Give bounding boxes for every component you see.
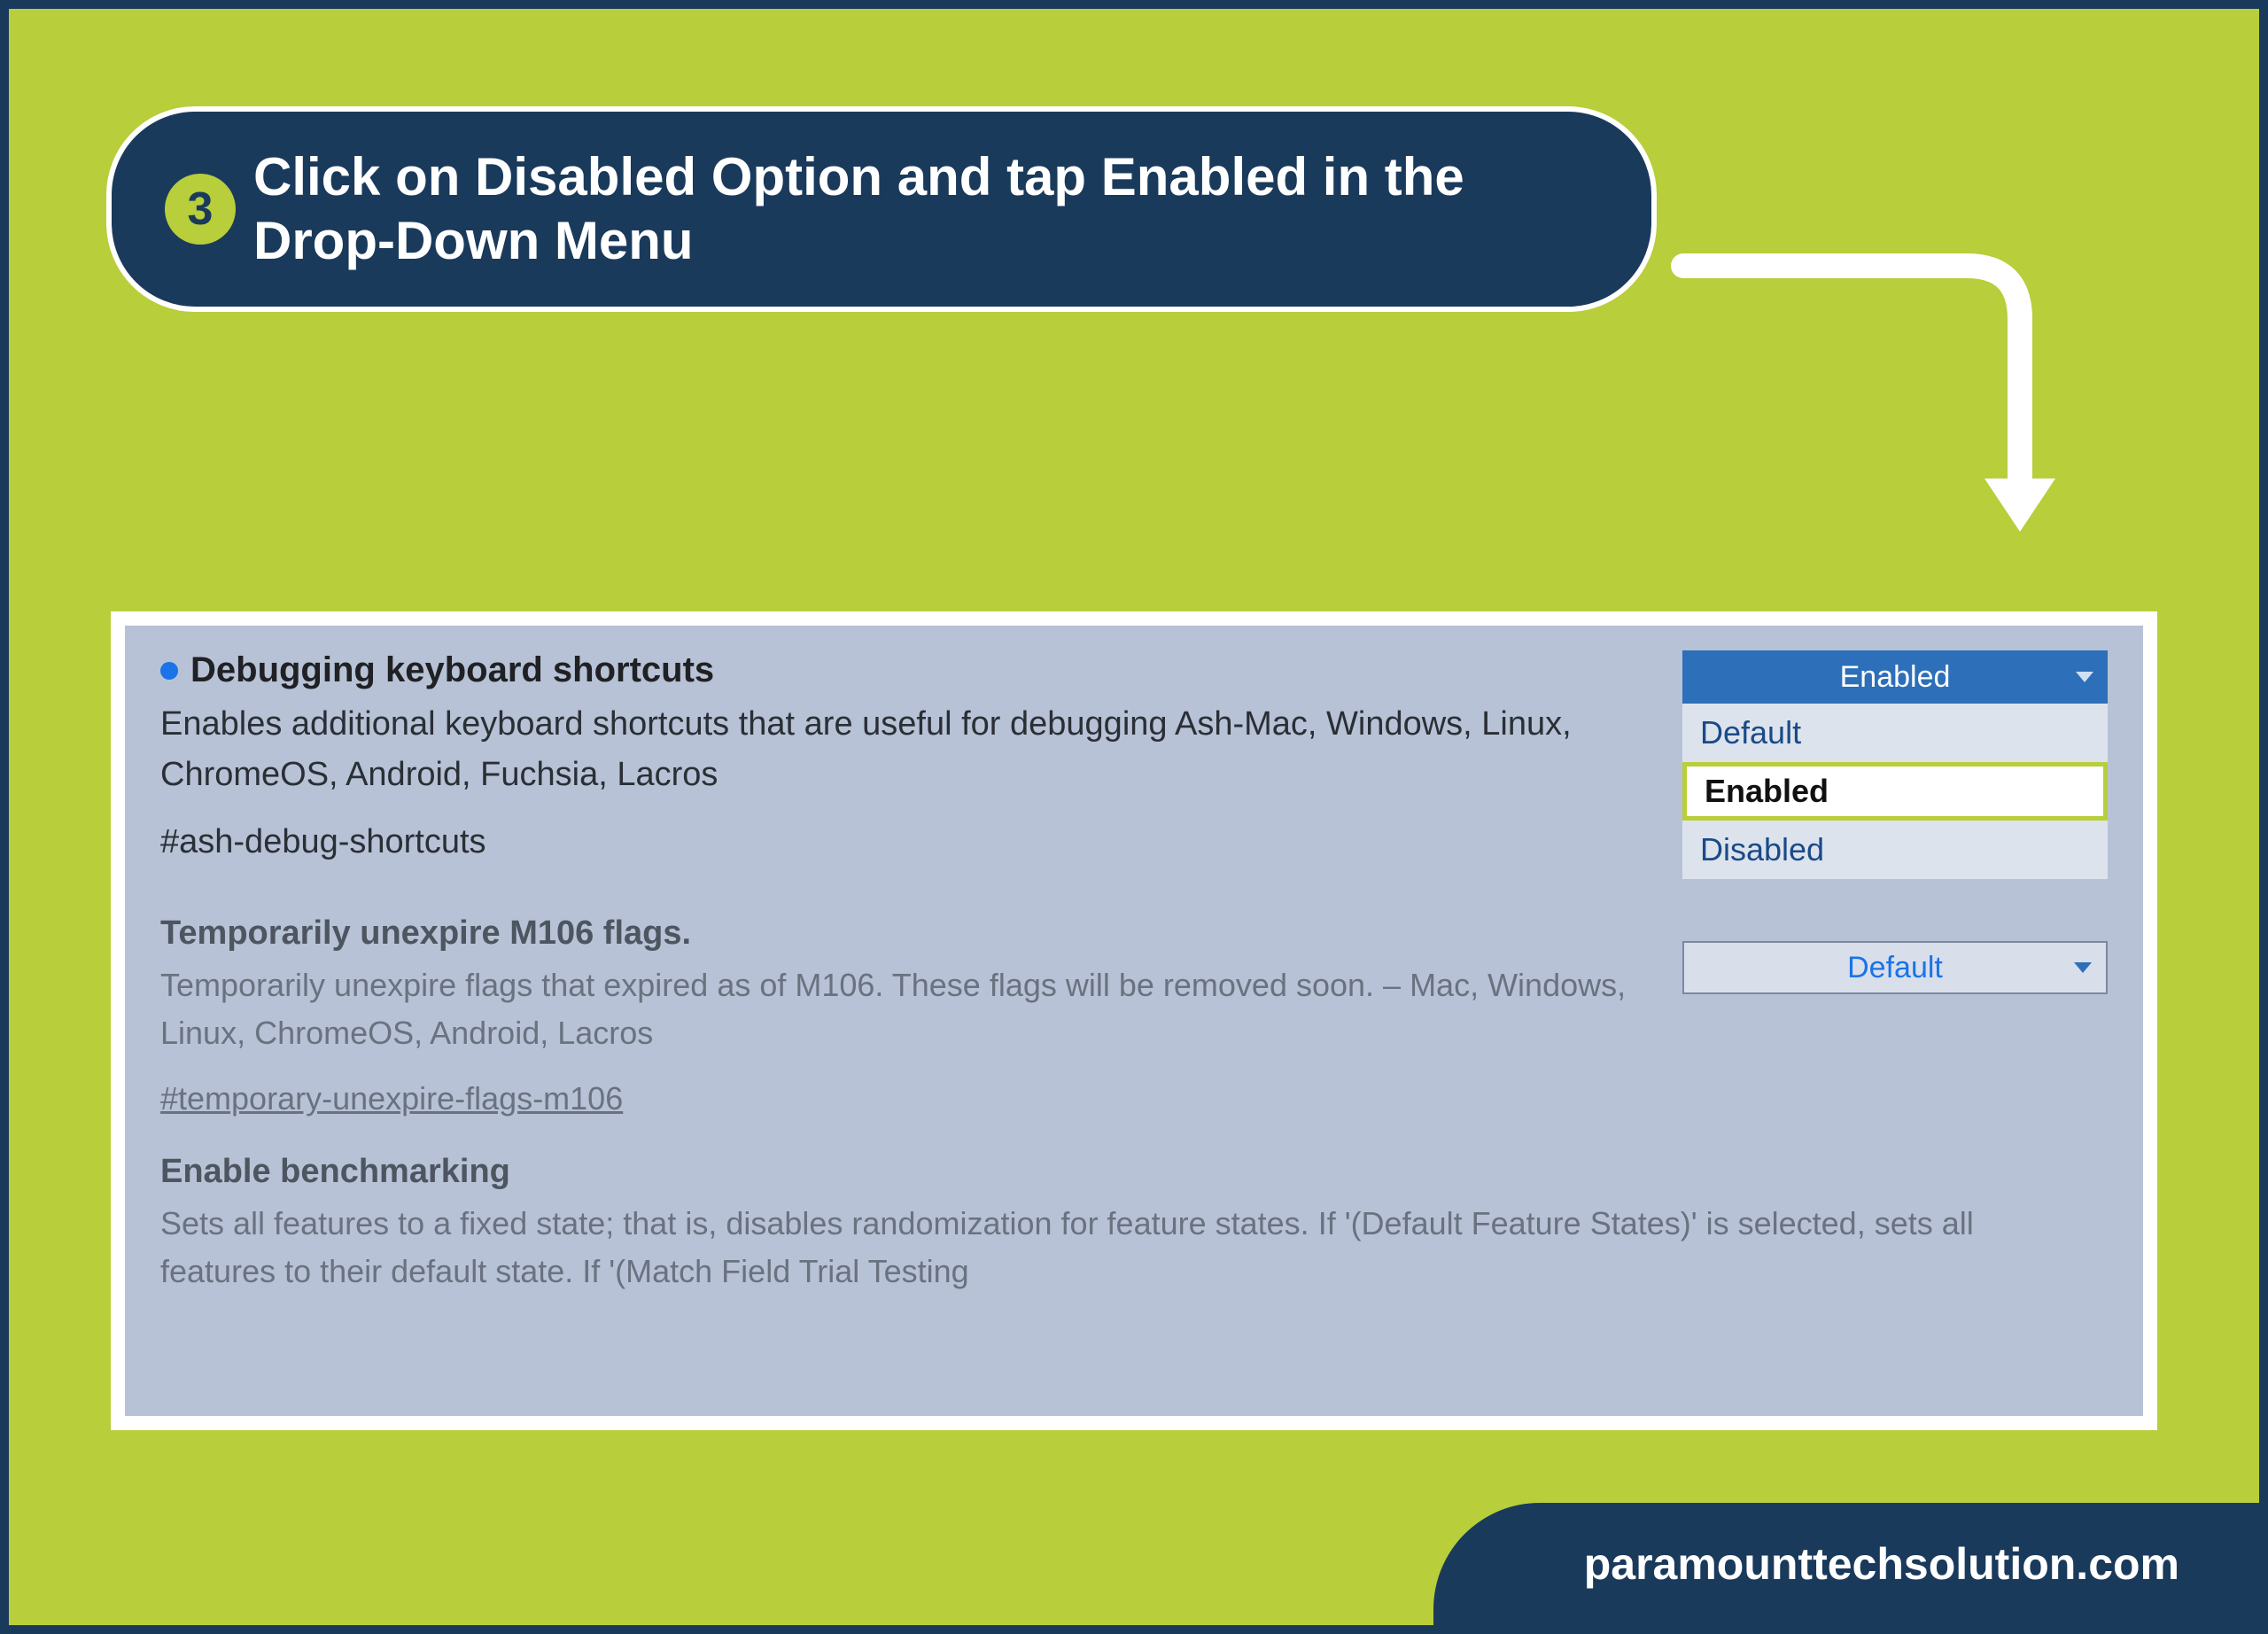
step-title: Click on Disabled Option and tap Enabled…	[253, 145, 1598, 273]
flag-description: Sets all features to a fixed state; that…	[160, 1200, 2072, 1296]
chevron-down-icon	[2076, 672, 2093, 682]
screenshot-frame: Debugging keyboard shortcuts Enables add…	[111, 611, 2157, 1430]
flag-description: Temporarily unexpire flags that expired …	[160, 961, 1647, 1057]
guide-arrow	[1666, 230, 2091, 585]
flag-title: Debugging keyboard shortcuts	[160, 650, 1647, 690]
flag-item: Temporarily unexpire M106 flags. Tempora…	[160, 914, 2108, 1117]
flag-title-text: Enable benchmarking	[160, 1153, 510, 1191]
flag-hash: #ash-debug-shortcuts	[160, 823, 1647, 861]
dropdown-selected-label: Enabled	[1840, 660, 1951, 695]
footer-text: paramounttechsolution.com	[1584, 1539, 2179, 1589]
step-number: 3	[188, 183, 214, 236]
flag-item: Debugging keyboard shortcuts Enables add…	[160, 650, 2108, 879]
flag-dropdown: Default	[1682, 914, 2108, 994]
flag-description: Enables additional keyboard shortcuts th…	[160, 699, 1647, 800]
dropdown-selected-button[interactable]: Enabled	[1682, 650, 2108, 704]
dropdown-option-disabled[interactable]: Disabled	[1682, 821, 2108, 879]
dropdown-selected-button[interactable]: Default	[1682, 941, 2108, 994]
dropdown-option-enabled[interactable]: Enabled	[1682, 762, 2108, 821]
step-number-badge: 3	[165, 174, 236, 245]
tutorial-slide: 3 Click on Disabled Option and tap Enabl…	[0, 0, 2268, 1634]
dropdown-selected-label: Default	[1847, 951, 1943, 985]
footer-attribution: paramounttechsolution.com	[1433, 1503, 2259, 1625]
flag-title-text: Temporarily unexpire M106 flags.	[160, 914, 691, 953]
modified-dot-icon	[160, 662, 178, 680]
dropdown-option-default[interactable]: Default	[1682, 704, 2108, 762]
flag-hash: #temporary-unexpire-flags-m106	[160, 1080, 1647, 1117]
flag-title: Enable benchmarking	[160, 1153, 2072, 1191]
step-header: 3 Click on Disabled Option and tap Enabl…	[106, 106, 1657, 312]
chevron-down-icon	[2074, 962, 2092, 973]
flag-title-text: Debugging keyboard shortcuts	[190, 650, 714, 690]
flag-dropdown: Enabled Default Enabled Disabled	[1682, 650, 2108, 879]
flag-item: Enable benchmarking Sets all features to…	[160, 1153, 2108, 1296]
flags-panel: Debugging keyboard shortcuts Enables add…	[125, 626, 2143, 1416]
dropdown-list: Default Enabled Disabled	[1682, 704, 2108, 879]
flag-title: Temporarily unexpire M106 flags.	[160, 914, 1647, 953]
